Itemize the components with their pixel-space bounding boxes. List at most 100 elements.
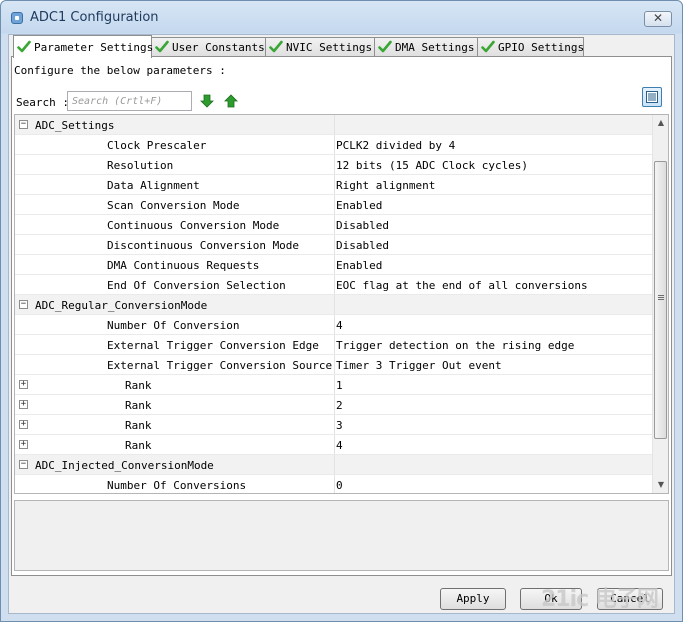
watermark-logo: 21ic 电子网 <box>541 587 659 612</box>
parameter-value <box>334 115 653 134</box>
scroll-grip-icon <box>658 295 664 301</box>
collapse-icon[interactable]: − <box>19 300 28 309</box>
parameter-name: DMA Continuous Requests <box>107 259 260 272</box>
parameter-row[interactable]: End Of Conversion Selection EOC flag at t… <box>15 275 653 295</box>
parameter-value[interactable]: 3 <box>334 415 653 434</box>
parameter-description-area <box>14 500 669 571</box>
parameter-row[interactable]: Continuous Conversion Mode Disabled <box>15 215 653 235</box>
apply-button[interactable]: Apply <box>440 588 506 610</box>
parameter-value <box>334 295 653 314</box>
parameter-row[interactable]: + Rank 2 <box>15 395 653 415</box>
parameter-value[interactable]: 1 <box>334 375 653 394</box>
parameter-settings-panel: Configure the below parameters : Search … <box>11 56 672 576</box>
parameter-name: Rank <box>125 419 152 432</box>
parameter-value[interactable]: Trigger detection on the rising edge <box>334 335 653 354</box>
parameter-row[interactable]: External Trigger Conversion Edge Trigger … <box>15 335 653 355</box>
parameter-value <box>334 455 653 474</box>
group-row[interactable]: − ADC_Settings <box>15 115 653 135</box>
parameter-name: ADC_Regular_ConversionMode <box>35 299 208 312</box>
parameter-value[interactable]: 12 bits (15 ADC Clock cycles) <box>334 155 653 174</box>
close-icon: ✕ <box>652 11 664 25</box>
instructions-text: Configure the below parameters : <box>14 64 226 77</box>
parameter-name: Discontinuous Conversion Mode <box>107 239 300 252</box>
check-icon <box>378 40 392 53</box>
list-view-icon <box>646 91 658 103</box>
parameter-row[interactable]: + Rank 1 <box>15 375 653 395</box>
parameter-row[interactable]: Number Of Conversions 0 <box>15 475 653 493</box>
parameter-value[interactable]: PCLK2 divided by 4 <box>334 135 653 154</box>
parameter-row[interactable]: Number Of Conversion 4 <box>15 315 653 335</box>
parameter-name: End Of Conversion Selection <box>107 279 286 292</box>
parameter-value[interactable]: Disabled <box>334 235 653 254</box>
parameter-name: ADC_Settings <box>35 119 115 132</box>
parameter-row[interactable]: Discontinuous Conversion Mode Disabled <box>15 235 653 255</box>
parameter-grid: − ADC_Settings Clock Prescaler PCLK2 divide… <box>14 114 669 494</box>
group-row[interactable]: − ADC_Injected_ConversionMode <box>15 455 653 475</box>
tab-user-constants[interactable]: User Constants <box>151 37 266 56</box>
parameter-name: Number Of Conversion <box>107 319 240 332</box>
close-button[interactable]: ✕ <box>644 11 672 27</box>
parameter-name: Continuous Conversion Mode <box>107 219 280 232</box>
parameter-row[interactable]: Resolution 12 bits (15 ADC Clock cycles) <box>15 155 653 175</box>
tab-dma-settings[interactable]: DMA Settings <box>374 37 478 56</box>
dialog-window: ADC1 Configuration ✕ Parameter Settings U… <box>0 0 683 622</box>
scroll-up-arrow-icon[interactable]: ▲ <box>653 115 668 131</box>
parameter-value[interactable]: 4 <box>334 315 653 334</box>
parameter-row[interactable]: + Rank 4 <box>15 435 653 455</box>
search-next-down-arrow-icon[interactable] <box>200 94 214 108</box>
search-input[interactable] <box>67 91 192 111</box>
tab-gpio-settings[interactable]: GPIO Settings <box>477 37 584 56</box>
expand-icon[interactable]: + <box>19 420 28 429</box>
parameter-row[interactable]: Scan Conversion Mode Enabled <box>15 195 653 215</box>
parameter-rows: − ADC_Settings Clock Prescaler PCLK2 divide… <box>15 115 653 493</box>
check-icon <box>155 40 169 53</box>
parameter-value[interactable]: Timer 3 Trigger Out event <box>334 355 653 374</box>
parameter-value[interactable]: EOC flag at the end of all conversions <box>334 275 653 294</box>
parameter-row[interactable]: + Rank 3 <box>15 415 653 435</box>
parameter-name: ADC_Injected_ConversionMode <box>35 459 214 472</box>
parameter-name: Rank <box>125 379 152 392</box>
check-icon <box>481 40 495 53</box>
parameter-name: Data Alignment <box>107 179 200 192</box>
scroll-thumb[interactable] <box>654 161 667 439</box>
tab-nvic-settings[interactable]: NVIC Settings <box>265 37 375 56</box>
check-icon <box>17 40 31 53</box>
parameter-name: Scan Conversion Mode <box>107 199 240 212</box>
title-bar[interactable]: ADC1 Configuration ✕ <box>1 1 682 35</box>
expand-icon[interactable]: + <box>19 440 28 449</box>
parameter-value[interactable]: Disabled <box>334 215 653 234</box>
expand-icon[interactable]: + <box>19 400 28 409</box>
parameter-value[interactable]: Right alignment <box>334 175 653 194</box>
parameter-row[interactable]: DMA Continuous Requests Enabled <box>15 255 653 275</box>
expand-icon[interactable]: + <box>19 380 28 389</box>
parameter-value[interactable]: 4 <box>334 435 653 454</box>
parameter-name: External Trigger Conversion Source <box>107 359 333 372</box>
tab-parameter-settings[interactable]: Parameter Settings <box>13 35 154 58</box>
parameter-value[interactable]: Enabled <box>334 255 653 274</box>
tab-label: User Constants <box>172 40 265 54</box>
tab-label: Parameter Settings <box>34 40 154 54</box>
parameter-name: External Trigger Conversion Edge <box>107 339 319 352</box>
parameter-row[interactable]: External Trigger Conversion Source Timer … <box>15 355 653 375</box>
parameter-row[interactable]: Clock Prescaler PCLK2 divided by 4 <box>15 135 653 155</box>
parameter-value[interactable]: 0 <box>334 475 653 493</box>
parameter-value[interactable]: 2 <box>334 395 653 414</box>
parameter-value[interactable]: Enabled <box>334 195 653 214</box>
group-row[interactable]: − ADC_Regular_ConversionMode <box>15 295 653 315</box>
check-icon <box>269 40 283 53</box>
window-title: ADC1 Configuration <box>30 10 159 25</box>
scroll-down-arrow-icon[interactable]: ▼ <box>653 477 668 493</box>
parameter-name: Rank <box>125 399 152 412</box>
parameter-row[interactable]: Data Alignment Right alignment <box>15 175 653 195</box>
tab-label: GPIO Settings <box>498 40 585 54</box>
tab-label: DMA Settings <box>395 40 475 54</box>
tab-bar: Parameter Settings User Constants NVIC Set… <box>11 35 671 58</box>
collapse-icon[interactable]: − <box>19 120 28 129</box>
list-view-toggle-button[interactable] <box>642 87 662 107</box>
parameter-name: Resolution <box>107 159 174 172</box>
collapse-icon[interactable]: − <box>19 460 28 469</box>
search-previous-up-arrow-icon[interactable] <box>224 94 238 108</box>
vertical-scrollbar[interactable]: ▲ ▼ <box>652 115 668 493</box>
search-label: Search : <box>16 96 69 109</box>
tab-label: NVIC Settings <box>286 40 373 54</box>
